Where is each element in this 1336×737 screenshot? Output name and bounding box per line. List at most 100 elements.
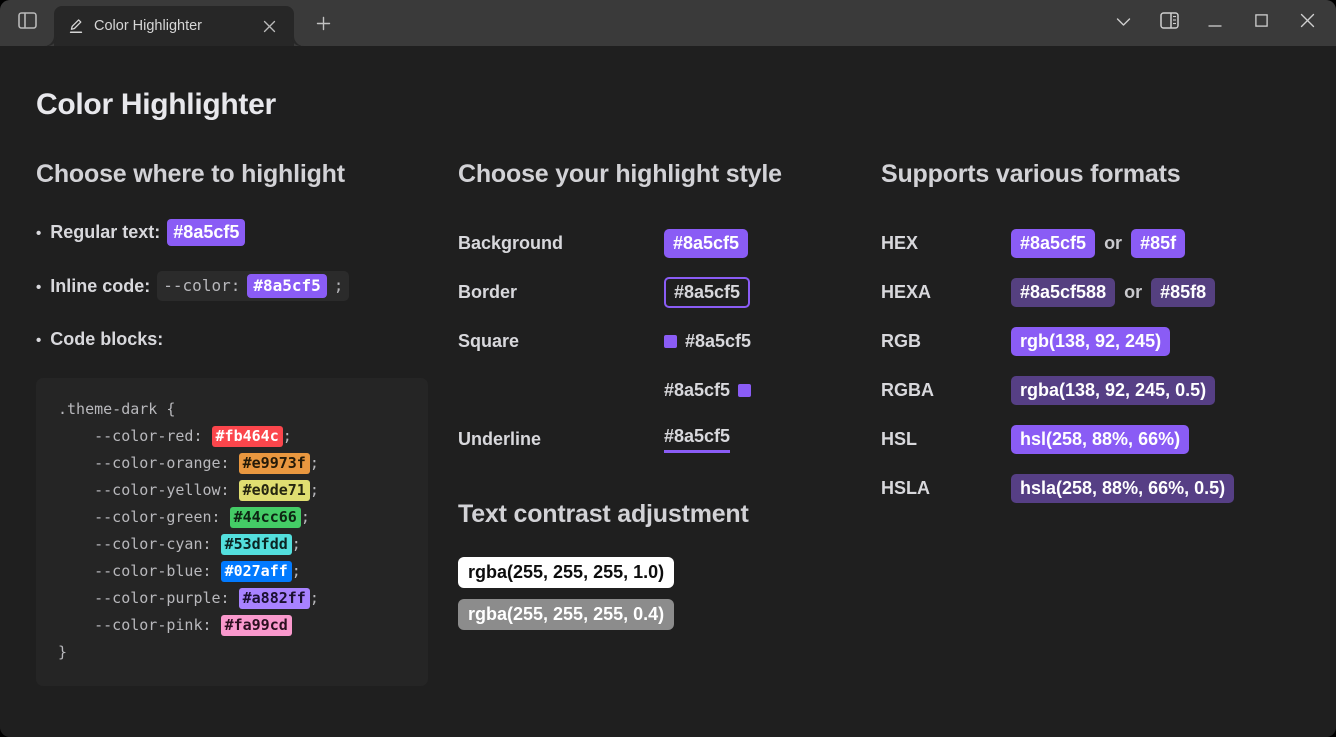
color-chip: #8a5cf5 bbox=[664, 277, 751, 308]
color-chip: #85f bbox=[1131, 229, 1186, 258]
css-property: --color-green: bbox=[58, 508, 230, 526]
maximize-button[interactable] bbox=[1238, 0, 1284, 46]
css-property: --color-pink: bbox=[58, 616, 221, 634]
color-chip: rgb(138, 92, 245) bbox=[1011, 327, 1171, 356]
heading-choose-where: Choose where to highlight bbox=[36, 160, 345, 188]
toggle-right-panel-button[interactable] bbox=[1146, 0, 1192, 46]
new-tab-button[interactable] bbox=[310, 13, 336, 39]
format-label: RGBA bbox=[881, 380, 934, 400]
color-chip: #8a5cf5 bbox=[664, 380, 731, 400]
bullet-dot: • bbox=[36, 278, 42, 296]
code-line: --color-green: #44cc66; bbox=[58, 504, 406, 531]
close-button[interactable] bbox=[1284, 0, 1330, 46]
heading-highlight-style: Choose your highlight style bbox=[458, 160, 782, 188]
highlight-style-row: Square #8a5cf5 bbox=[458, 317, 855, 366]
code-line: --color-yellow: #e0de71; bbox=[58, 477, 406, 504]
highlight-style-row: Background #8a5cf5 bbox=[458, 219, 855, 268]
format-row: RGB rgb(138, 92, 245) bbox=[881, 317, 1275, 366]
code-block: .theme-dark { --color-red: #fb464c; --co… bbox=[36, 378, 428, 686]
format-or-label: or bbox=[1124, 282, 1143, 302]
right-panel-icon bbox=[1159, 12, 1179, 34]
format-row: HEXA #8a5cf588 or #85f8 bbox=[881, 268, 1275, 317]
sidebar-panel-icon bbox=[17, 12, 37, 34]
css-semicolon: ; bbox=[300, 508, 310, 526]
bullet-dot: • bbox=[36, 225, 42, 242]
tab-color-highlighter[interactable]: Color Highlighter bbox=[44, 6, 304, 46]
css-property: --color: bbox=[163, 276, 241, 295]
css-semicolon: ; bbox=[309, 481, 319, 499]
heading-supports-formats: Supports various formats bbox=[881, 160, 1181, 188]
highlight-style-value: #8a5cf5 bbox=[664, 331, 751, 352]
list-item-inline-code: • Inline code: --color: #8a5cf5 ; bbox=[36, 271, 430, 301]
color-chip: #8a5cf5 bbox=[685, 331, 752, 351]
format-label: HSLA bbox=[881, 478, 930, 498]
tab-close-button[interactable] bbox=[256, 13, 282, 39]
plus-icon bbox=[316, 16, 331, 36]
css-semicolon: ; bbox=[291, 535, 301, 553]
format-label: RGB bbox=[881, 331, 921, 351]
color-chip: #027aff bbox=[220, 561, 292, 582]
close-icon bbox=[1300, 13, 1315, 33]
bullet-dot: • bbox=[36, 332, 42, 349]
code-line: --color-pink: #fa99cd bbox=[58, 612, 406, 639]
color-chip: #8a5cf5 bbox=[664, 426, 731, 453]
format-value: hsl(258, 88%, 66%) bbox=[1011, 425, 1190, 454]
contrast-list: rgba(255, 255, 255, 1.0) rgba(255, 255, … bbox=[458, 557, 855, 641]
color-chip: #e0de71 bbox=[238, 480, 310, 501]
list-item-regular-text: • Regular text: #8a5cf5 bbox=[36, 219, 430, 246]
color-chip: #fa99cd bbox=[220, 615, 292, 636]
code-line: --color-blue: #027aff; bbox=[58, 558, 406, 585]
highlight-style-label: Underline bbox=[458, 429, 542, 449]
format-row: HSL hsl(258, 88%, 66%) bbox=[881, 415, 1275, 464]
highlight-style-value: #8a5cf5 bbox=[664, 426, 731, 453]
css-property: --color-orange: bbox=[58, 454, 239, 472]
highlight-style-label: Background bbox=[458, 233, 564, 253]
format-label: HEXA bbox=[881, 282, 932, 302]
inline-code-snippet: --color: #8a5cf5 ; bbox=[157, 271, 350, 301]
page-title: Color Highlighter bbox=[36, 88, 276, 121]
chevron-down-icon bbox=[1116, 14, 1131, 32]
css-semicolon: ; bbox=[282, 427, 292, 445]
list-item-code-blocks: • Code blocks: bbox=[36, 326, 430, 353]
highlight-style-value: #8a5cf5 bbox=[664, 229, 749, 258]
contrast-pill-translucent: rgba(255, 255, 255, 0.4) bbox=[458, 599, 675, 630]
bullet-label: Inline code: bbox=[50, 275, 151, 296]
color-chip: hsl(258, 88%, 66%) bbox=[1011, 425, 1190, 454]
format-row: HEX #8a5cf5 or #85f bbox=[881, 219, 1275, 268]
code-line-close: } bbox=[58, 643, 68, 661]
format-value: hsla(258, 88%, 66%, 0.5) bbox=[1011, 474, 1235, 503]
color-chip: #fb464c bbox=[211, 426, 283, 447]
window-controls bbox=[1100, 0, 1336, 46]
color-chip: #a882ff bbox=[238, 588, 310, 609]
color-chip: #e9973f bbox=[238, 453, 310, 474]
code-line: --color-purple: #a882ff; bbox=[58, 585, 406, 612]
highlight-style-value: #8a5cf5 bbox=[664, 380, 752, 401]
highlight-style-row: Border #8a5cf5 bbox=[458, 268, 855, 317]
code-lines: --color-red: #fb464c; --color-orange: #e… bbox=[58, 423, 406, 639]
color-chip: hsla(258, 88%, 66%, 0.5) bbox=[1011, 474, 1235, 503]
highlighter-pen-icon bbox=[68, 18, 84, 34]
code-line: --color-red: #fb464c; bbox=[58, 423, 406, 450]
format-label: HEX bbox=[881, 233, 919, 253]
color-chip: #44cc66 bbox=[229, 507, 301, 528]
css-property: --color-purple: bbox=[58, 589, 239, 607]
color-square-swatch bbox=[738, 384, 752, 397]
tab-strip: Color Highlighter bbox=[44, 0, 1100, 46]
color-chip: rgba(138, 92, 245, 0.5) bbox=[1011, 376, 1216, 405]
bullet-label: Code blocks: bbox=[50, 329, 164, 349]
more-options-button[interactable] bbox=[1100, 0, 1146, 46]
code-line: --color-orange: #e9973f; bbox=[58, 450, 406, 477]
color-square-swatch bbox=[664, 335, 677, 348]
code-line-open: .theme-dark { bbox=[58, 400, 176, 418]
minimize-button[interactable] bbox=[1192, 0, 1238, 46]
highlight-style-row: Underline #8a5cf5 bbox=[458, 415, 855, 464]
columns-container: Choose where to highlight • Regular text… bbox=[0, 160, 1336, 686]
column-right: Supports various formats HEX #8a5cf5 or #85… bbox=[855, 160, 1275, 513]
column-left: Choose where to highlight • Regular text… bbox=[0, 160, 430, 686]
highlight-style-row: #8a5cf5 bbox=[458, 366, 855, 415]
css-property: --color-cyan: bbox=[58, 535, 221, 553]
color-chip: #53dfdd bbox=[220, 534, 292, 555]
bullet-label: Regular text: bbox=[50, 222, 161, 242]
color-chip: #8a5cf588 bbox=[1011, 278, 1116, 307]
format-value: rgba(138, 92, 245, 0.5) bbox=[1011, 376, 1216, 405]
